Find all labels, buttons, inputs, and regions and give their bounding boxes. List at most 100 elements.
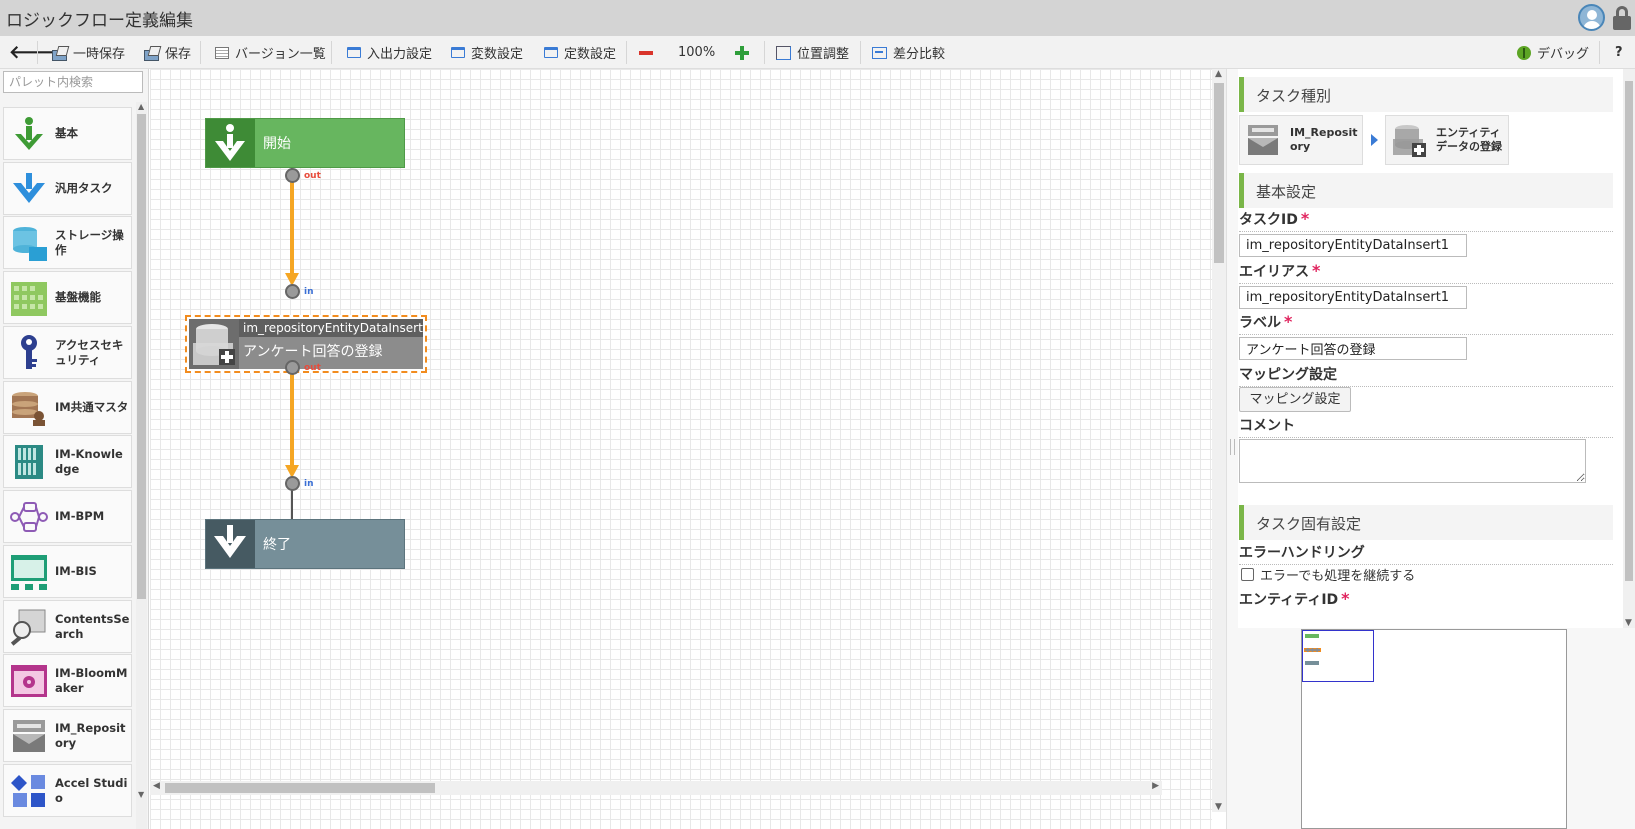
palette-item-im-bpm[interactable]: IM-BPM bbox=[3, 490, 132, 543]
canvas-horizontal-scrollbar[interactable]: ◀ ▶ bbox=[150, 781, 1162, 795]
start-arrow-icon bbox=[206, 119, 255, 167]
task-specific-header: タスク固有設定 bbox=[1239, 505, 1613, 540]
port-out-label: out bbox=[304, 171, 321, 181]
bookshelf-icon bbox=[9, 442, 49, 482]
property-scroll-thumb[interactable] bbox=[1625, 81, 1633, 581]
palette-item-platform[interactable]: 基盤機能 bbox=[3, 271, 132, 324]
continue-on-error-label: エラーでも処理を継続する bbox=[1260, 569, 1416, 584]
palette-item-im-knowledge[interactable]: IM-Knowledge bbox=[3, 435, 132, 488]
comment-textarea[interactable] bbox=[1239, 439, 1586, 483]
constant-settings-button[interactable]: 定数設定 bbox=[544, 36, 616, 69]
io-settings-button[interactable]: 入出力設定 bbox=[347, 36, 432, 69]
scroll-up-icon[interactable]: ▲ bbox=[1215, 69, 1222, 79]
palette-item-label: IM_Repository bbox=[55, 720, 126, 750]
constant-settings-label: 定数設定 bbox=[564, 47, 617, 62]
scroll-up-icon[interactable]: ▲ bbox=[138, 102, 144, 111]
palette-item-label: ContentsSearch bbox=[55, 611, 130, 641]
port-in-label: in bbox=[304, 287, 314, 297]
temp-save-button[interactable]: 一時保存 bbox=[52, 36, 125, 69]
canvas-vertical-scrollbar[interactable]: ▲ ▼ bbox=[1212, 69, 1226, 812]
palette-item-accel-studio[interactable]: Accel Studio bbox=[3, 764, 132, 817]
palette-item-label: IM-Knowledge bbox=[55, 446, 123, 476]
palette-scroll-thumb[interactable] bbox=[137, 114, 146, 599]
scroll-right-icon[interactable]: ▶ bbox=[1152, 781, 1159, 791]
label-input[interactable] bbox=[1239, 337, 1467, 360]
toolbar-divider bbox=[331, 41, 332, 64]
user-avatar-icon[interactable] bbox=[1578, 4, 1605, 31]
palette-item-im-common-master[interactable]: IM共通マスタ bbox=[3, 381, 132, 434]
palette-item-im-repository[interactable]: IM_Repository bbox=[3, 709, 132, 762]
task-id-input[interactable] bbox=[1239, 234, 1467, 257]
storage-icon bbox=[9, 223, 49, 263]
palette-item-label: IM-BIS bbox=[55, 564, 97, 578]
start-node[interactable]: 開始 bbox=[205, 118, 405, 168]
palette-item-generic-task[interactable]: 汎用タスク bbox=[3, 162, 132, 215]
scroll-left-icon[interactable]: ◀ bbox=[153, 781, 160, 791]
comment-label: コメント bbox=[1239, 415, 1613, 438]
grid-icon bbox=[9, 278, 49, 318]
task-id-label-text: タスクID bbox=[1239, 212, 1298, 228]
end-node[interactable]: 終了 bbox=[205, 519, 405, 569]
task-in-port[interactable] bbox=[285, 284, 300, 299]
position-adjust-button[interactable]: 位置調整 bbox=[776, 36, 849, 69]
help-button[interactable]: ? bbox=[1615, 36, 1623, 69]
end-in-port[interactable] bbox=[285, 476, 300, 491]
flow-canvas[interactable]: 開始 out in im_repositoryEntityDataInsert1… bbox=[150, 69, 1212, 829]
mapping-settings-button[interactable]: マッピング設定 bbox=[1239, 387, 1351, 412]
start-out-port[interactable] bbox=[285, 168, 300, 183]
palette-search-input[interactable] bbox=[3, 71, 143, 93]
repository-task-icon bbox=[189, 319, 239, 369]
task-id-label: タスクID * bbox=[1239, 209, 1613, 232]
error-handling-label: エラーハンドリング bbox=[1239, 542, 1613, 565]
variable-settings-label: 変数設定 bbox=[471, 47, 524, 62]
palette-item-label: Accel Studio bbox=[55, 775, 128, 805]
property-panel-scrollbar[interactable]: ▼ bbox=[1623, 69, 1635, 628]
palette-item-contents-search[interactable]: ContentsSearch bbox=[3, 600, 132, 653]
scroll-down-icon[interactable]: ▼ bbox=[1215, 802, 1222, 812]
zoom-in-button[interactable] bbox=[735, 36, 755, 69]
canvas-vscroll-thumb[interactable] bbox=[1214, 83, 1224, 263]
palette-scrollbar[interactable]: ▲ ▼ bbox=[136, 102, 147, 829]
magnifier-icon bbox=[9, 607, 49, 647]
arrow-down-green-icon bbox=[9, 114, 49, 154]
palette-item-access-security[interactable]: アクセスセキュリティ bbox=[3, 326, 132, 379]
version-list-button[interactable]: バージョン一覧 bbox=[215, 36, 326, 69]
palette-item-label: 汎用タスク bbox=[55, 181, 113, 195]
variable-settings-button[interactable]: 変数設定 bbox=[451, 36, 523, 69]
save-icon bbox=[144, 46, 159, 61]
diff-compare-button[interactable]: 差分比較 bbox=[872, 36, 945, 69]
database-icon bbox=[9, 388, 49, 428]
scroll-down-icon[interactable]: ▼ bbox=[138, 790, 144, 799]
version-list-label: バージョン一覧 bbox=[235, 47, 326, 62]
label-label: ラベル * bbox=[1239, 312, 1613, 335]
minimap-viewport[interactable] bbox=[1302, 630, 1374, 682]
alias-input[interactable] bbox=[1239, 286, 1467, 309]
palette-item-im-bloommaker[interactable]: IM-BloomMaker bbox=[3, 654, 132, 707]
toolbar-divider bbox=[200, 41, 201, 64]
panel-splitter[interactable] bbox=[1226, 69, 1238, 829]
lock-icon[interactable] bbox=[1612, 6, 1632, 30]
diff-compare-icon bbox=[872, 46, 887, 59]
required-mark: * bbox=[1284, 312, 1293, 331]
splitter-grip-icon[interactable] bbox=[1230, 439, 1235, 455]
toolbar: 🡐 一時保存 保存 バージョン一覧 入出力設定 変数設定 定数設定 100% 位… bbox=[0, 36, 1635, 69]
scroll-down-icon[interactable]: ▼ bbox=[1625, 618, 1632, 628]
minimap[interactable] bbox=[1301, 629, 1567, 829]
bis-icon bbox=[9, 552, 49, 592]
palette-item-basic[interactable]: 基本 bbox=[3, 107, 132, 160]
save-button[interactable]: 保存 bbox=[144, 36, 191, 69]
zoom-out-button[interactable] bbox=[639, 36, 659, 69]
debug-button[interactable]: デバッグ bbox=[1517, 36, 1589, 69]
debug-label: デバッグ bbox=[1537, 47, 1590, 62]
basic-settings-header: 基本設定 bbox=[1239, 173, 1613, 208]
task-type-category-label: IM_Repository bbox=[1290, 126, 1358, 153]
continue-on-error-checkbox[interactable] bbox=[1241, 568, 1254, 581]
palette-item-label: IM-BloomMaker bbox=[55, 665, 128, 695]
accel-icon bbox=[9, 771, 49, 811]
back-button[interactable]: 🡐 bbox=[9, 36, 57, 69]
canvas-hscroll-thumb[interactable] bbox=[165, 783, 435, 793]
io-settings-icon bbox=[347, 47, 361, 58]
task-out-port[interactable] bbox=[285, 360, 300, 375]
palette-item-storage[interactable]: ストレージ操作 bbox=[3, 216, 132, 269]
palette-item-im-bis[interactable]: IM-BIS bbox=[3, 545, 132, 598]
